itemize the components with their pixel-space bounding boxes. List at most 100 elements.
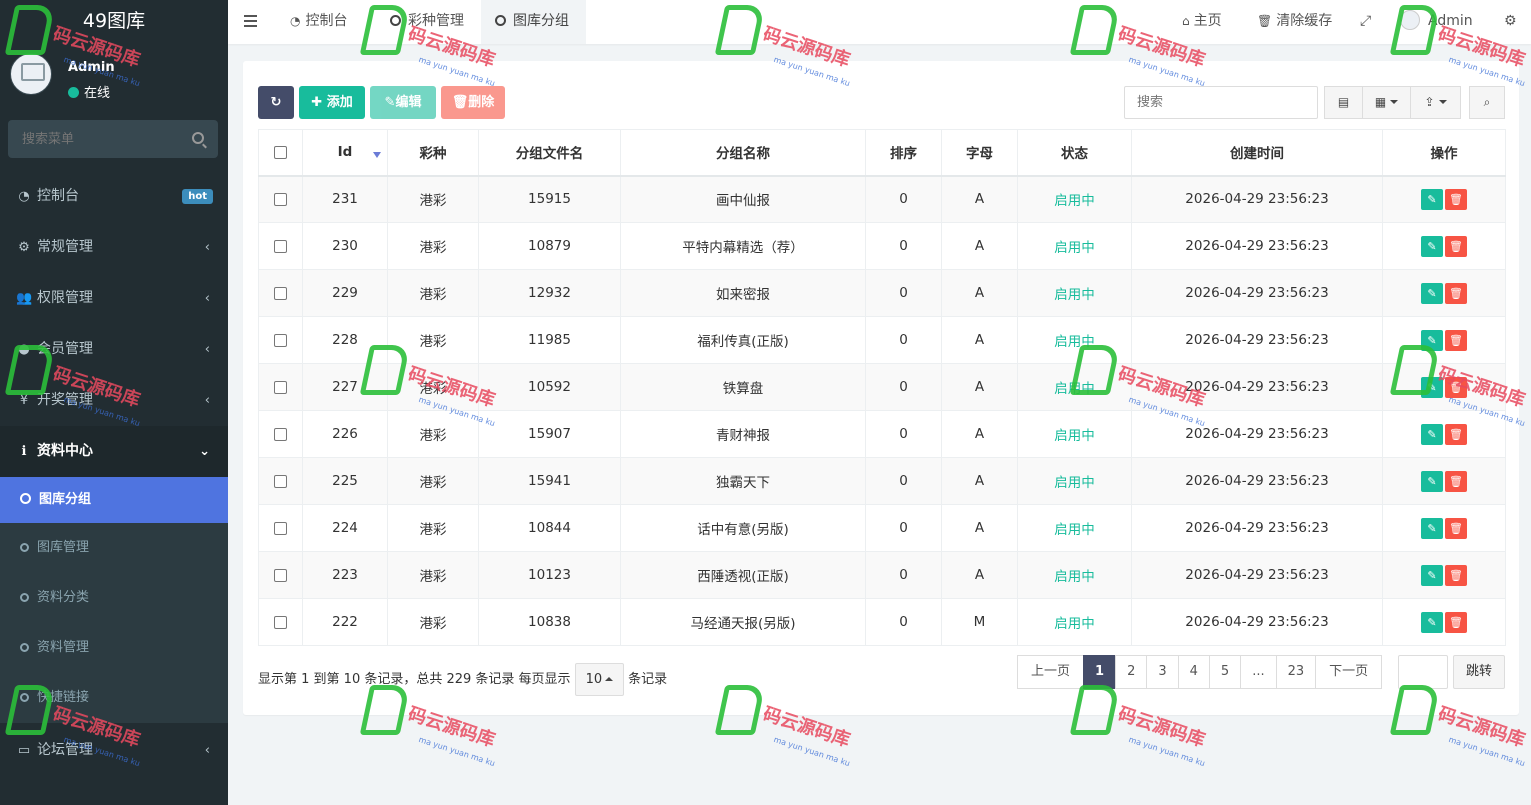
- cell-status[interactable]: 启用中: [1017, 551, 1132, 599]
- jump-button[interactable]: 跳转: [1453, 655, 1505, 689]
- row-edit-button[interactable]: ✎: [1421, 517, 1443, 539]
- delete-button[interactable]: 🗑删除: [441, 86, 505, 119]
- row-checkbox[interactable]: [274, 286, 287, 300]
- page-button[interactable]: 2: [1115, 655, 1148, 689]
- row-checkbox[interactable]: [274, 427, 287, 441]
- row-delete-button[interactable]: 🗑: [1445, 564, 1467, 586]
- sidebar-item-lottery[interactable]: ¥ 开奖管理 ‹: [0, 375, 228, 426]
- fullscreen-icon[interactable]: ⤢: [1360, 0, 1371, 44]
- sidebar-item-general[interactable]: ⚙ 常规管理 ‹: [0, 222, 228, 273]
- settings-gear-icon[interactable]: ⚙: [1504, 0, 1517, 44]
- row-delete-button[interactable]: 🗑: [1445, 376, 1467, 398]
- page-size-select[interactable]: 10: [574, 663, 625, 696]
- cell-status[interactable]: 启用中: [1017, 504, 1132, 552]
- page-button[interactable]: 3: [1146, 655, 1179, 689]
- jump-page-input[interactable]: [1398, 655, 1448, 689]
- plus-icon: ✚: [311, 95, 323, 110]
- table-search-input[interactable]: [1124, 86, 1318, 119]
- toggle-view-button[interactable]: ▤: [1324, 86, 1363, 119]
- row-delete-button[interactable]: 🗑: [1445, 235, 1467, 257]
- row-edit-button[interactable]: ✎: [1421, 282, 1443, 304]
- row-edit-button[interactable]: ✎: [1421, 329, 1443, 351]
- tab-dashboard[interactable]: ◔ 控制台: [276, 0, 361, 44]
- row-delete-button[interactable]: 🗑: [1445, 282, 1467, 304]
- sidebar-item-dashboard[interactable]: ◔ 控制台 hot: [0, 171, 228, 222]
- cell-status[interactable]: 启用中: [1017, 598, 1132, 646]
- sidebar-item-member[interactable]: ● 会员管理 ‹: [0, 324, 228, 375]
- row-edit-button[interactable]: ✎: [1421, 611, 1443, 633]
- menu-search-input[interactable]: [8, 120, 183, 158]
- next-page-button[interactable]: 下一页: [1315, 655, 1383, 689]
- sidebar-item-info[interactable]: ℹ 资料中心 ⌄: [0, 426, 228, 477]
- table-row[interactable]: 223 港彩 10123 西陲透视(正版) 0 A 启用中 2026-04-29 23:56:…: [258, 551, 1506, 599]
- row-checkbox[interactable]: [274, 380, 287, 394]
- row-delete-button[interactable]: 🗑: [1445, 423, 1467, 445]
- sidebar-item-forum[interactable]: ▭ 论坛管理 ‹: [0, 723, 228, 778]
- sidebar-subitem-gallery-group[interactable]: 图库分组: [0, 477, 228, 523]
- columns-button[interactable]: ▦: [1362, 86, 1411, 119]
- app-logo[interactable]: 49图库: [0, 0, 228, 45]
- row-delete-button[interactable]: 🗑: [1445, 517, 1467, 539]
- cell-status[interactable]: 启用中: [1017, 269, 1132, 317]
- row-checkbox[interactable]: [274, 615, 287, 629]
- table-row[interactable]: 222 港彩 10838 马经通天报(另版) 0 M 启用中 2026-04-29 23:56…: [258, 598, 1506, 646]
- table-row[interactable]: 227 港彩 10592 铁算盘 0 A 启用中 2026-04-29 23:56:23 ✎ 🗑: [258, 363, 1506, 411]
- cell-status[interactable]: 启用中: [1017, 457, 1132, 505]
- select-all-checkbox[interactable]: [274, 145, 287, 159]
- cell-status[interactable]: 启用中: [1017, 316, 1132, 364]
- table-row[interactable]: 225 港彩 15941 独霸天下 0 A 启用中 2026-04-29 23:56:23 ✎ 🗑: [258, 457, 1506, 505]
- row-checkbox[interactable]: [274, 521, 287, 535]
- col-id[interactable]: Id: [302, 129, 388, 177]
- cell-status[interactable]: 启用中: [1017, 175, 1132, 223]
- prev-page-button[interactable]: 上一页: [1017, 655, 1085, 689]
- sidebar-item-permission[interactable]: 👥 权限管理 ‹: [0, 273, 228, 324]
- row-delete-button[interactable]: 🗑: [1445, 188, 1467, 210]
- row-checkbox[interactable]: [274, 474, 287, 488]
- page-button[interactable]: 1: [1083, 655, 1117, 689]
- cell-status[interactable]: 启用中: [1017, 222, 1132, 270]
- add-button[interactable]: ✚ 添加: [299, 86, 365, 119]
- row-checkbox[interactable]: [274, 333, 287, 347]
- table-row[interactable]: 228 港彩 11985 福利传真(正版) 0 A 启用中 2026-04-29 23:56:…: [258, 316, 1506, 364]
- row-checkbox[interactable]: [274, 192, 287, 206]
- row-edit-button[interactable]: ✎: [1421, 188, 1443, 210]
- row-edit-button[interactable]: ✎: [1421, 235, 1443, 257]
- export-button[interactable]: ⇪: [1410, 86, 1461, 119]
- tab-gallery-group[interactable]: 图库分组: [481, 0, 586, 44]
- search-icon[interactable]: [192, 132, 204, 144]
- row-delete-button[interactable]: 🗑: [1445, 470, 1467, 492]
- table-row[interactable]: 224 港彩 10844 话中有意(另版) 0 A 启用中 2026-04-29 23:56:…: [258, 504, 1506, 552]
- table-row[interactable]: 230 港彩 10879 平特内幕精选（荐） 0 A 启用中 2026-04-29 23:56…: [258, 222, 1506, 270]
- home-link[interactable]: ⌂ 主页: [1182, 0, 1222, 44]
- table-row[interactable]: 229 港彩 12932 如来密报 0 A 启用中 2026-04-29 23:56:23 ✎ 🗑: [258, 269, 1506, 317]
- page-button[interactable]: 5: [1208, 655, 1242, 689]
- row-edit-button[interactable]: ✎: [1421, 470, 1443, 492]
- cell-status[interactable]: 启用中: [1017, 410, 1132, 458]
- clear-cache-button[interactable]: 🗑 清除缓存: [1257, 0, 1332, 44]
- table-row[interactable]: 226 港彩 15907 青财神报 0 A 启用中 2026-04-29 23:56:23 ✎ 🗑: [258, 410, 1506, 458]
- table-row[interactable]: 231 港彩 15915 画中仙报 0 A 启用中 2026-04-29 23:56:23 ✎ 🗑: [258, 175, 1506, 223]
- sidebar-subitem-info-category[interactable]: 资料分类: [0, 573, 228, 623]
- sidebar-subitem-info-manage[interactable]: 资料管理: [0, 623, 228, 673]
- sort-desc-icon[interactable]: [373, 152, 381, 158]
- row-edit-button[interactable]: ✎: [1421, 564, 1443, 586]
- menu-toggle-icon[interactable]: [244, 15, 257, 27]
- row-edit-button[interactable]: ✎: [1421, 423, 1443, 445]
- row-checkbox[interactable]: [274, 239, 287, 253]
- sidebar-subitem-label: 快捷链接: [37, 690, 90, 705]
- page-button[interactable]: 4: [1177, 655, 1210, 689]
- row-checkbox[interactable]: [274, 568, 287, 582]
- edit-button[interactable]: ✎编辑: [370, 86, 436, 119]
- user-menu[interactable]: Admin: [1400, 0, 1473, 44]
- tab-label: 图库分组: [513, 13, 569, 29]
- sidebar-subitem-quick-links[interactable]: 快捷链接: [0, 673, 228, 723]
- row-delete-button[interactable]: 🗑: [1445, 611, 1467, 633]
- tab-lottery-kind[interactable]: 彩种管理: [376, 0, 478, 44]
- search-button[interactable]: ⌕: [1469, 86, 1505, 119]
- row-edit-button[interactable]: ✎: [1421, 376, 1443, 398]
- cell-status[interactable]: 启用中: [1017, 363, 1132, 411]
- page-button[interactable]: 23: [1275, 655, 1317, 689]
- sidebar-subitem-gallery-manage[interactable]: 图库管理: [0, 523, 228, 573]
- refresh-button[interactable]: ↻: [258, 86, 294, 119]
- row-delete-button[interactable]: 🗑: [1445, 329, 1467, 351]
